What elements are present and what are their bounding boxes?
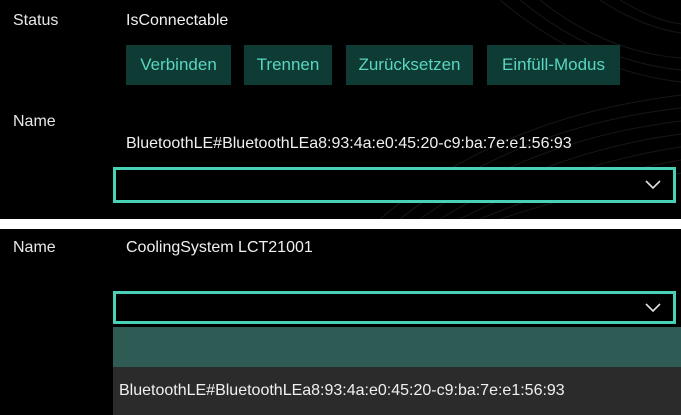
device-name-value: CoolingSystem LCT21001 bbox=[126, 239, 313, 256]
disconnect-button[interactable]: Trennen bbox=[244, 45, 332, 85]
panel-divider bbox=[0, 219, 681, 229]
chevron-down-icon bbox=[645, 303, 661, 313]
name-label: Name bbox=[13, 239, 56, 256]
name-label: Name bbox=[13, 113, 56, 130]
device-panel-top: Status IsConnectable Verbinden Trennen Z… bbox=[0, 0, 681, 219]
device-id-value: BluetoothLE#BluetoothLEa8:93:4a:e0:45:20… bbox=[126, 135, 572, 152]
status-value: IsConnectable bbox=[126, 12, 229, 29]
dropdown-item-empty-selected[interactable] bbox=[113, 327, 681, 367]
device-combobox-open[interactable] bbox=[113, 291, 676, 324]
combobox-dropdown-list: BluetoothLE#BluetoothLEa8:93:4a:e0:45:20… bbox=[113, 327, 681, 415]
status-label: Status bbox=[13, 12, 59, 29]
dropdown-item-device[interactable]: BluetoothLE#BluetoothLEa8:93:4a:e0:45:20… bbox=[113, 367, 681, 415]
fill-mode-button[interactable]: Einfüll-Modus bbox=[487, 45, 620, 85]
chevron-down-icon bbox=[645, 180, 661, 190]
connect-button[interactable]: Verbinden bbox=[126, 45, 231, 85]
device-combobox[interactable] bbox=[113, 167, 676, 203]
reset-button[interactable]: Zurücksetzen bbox=[346, 45, 473, 85]
